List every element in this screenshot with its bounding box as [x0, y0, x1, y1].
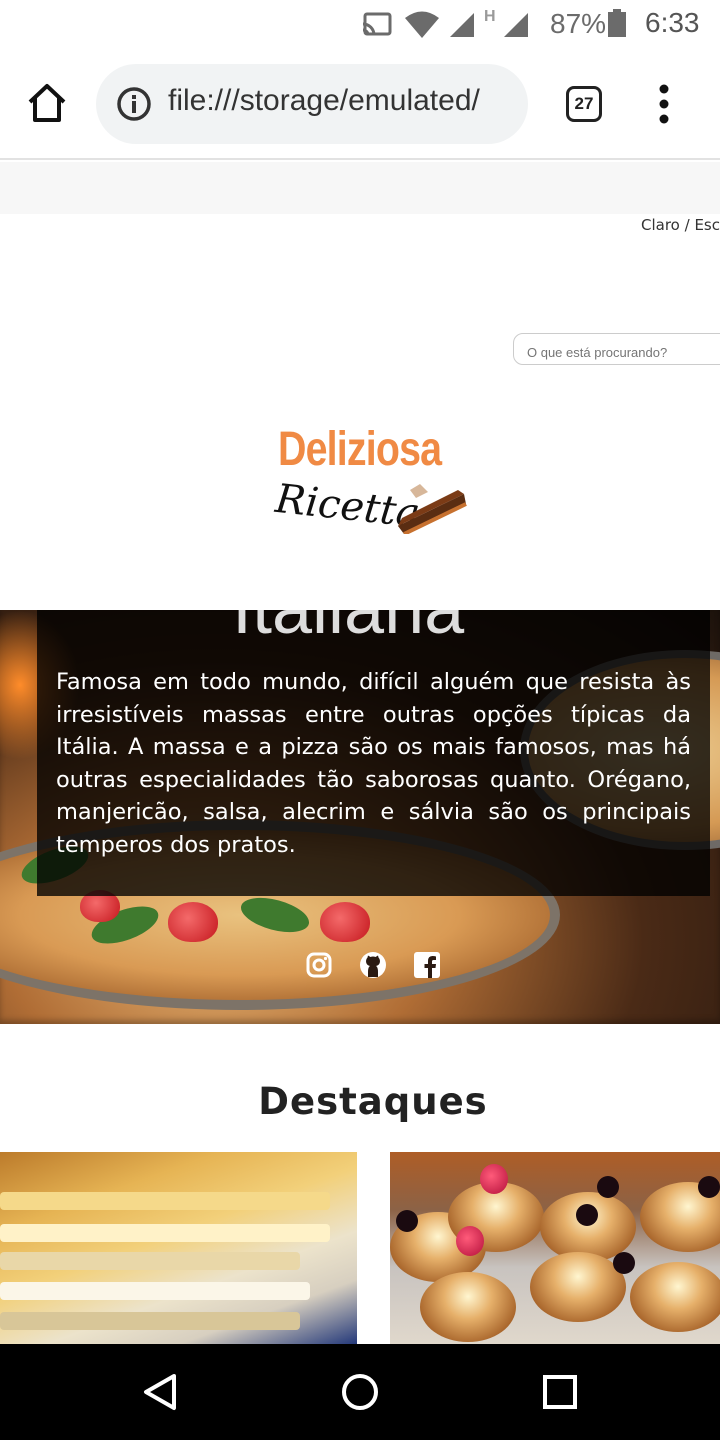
- recents-icon[interactable]: [542, 1374, 578, 1410]
- highlight-card-cream-puffs[interactable]: [390, 1152, 720, 1344]
- back-icon[interactable]: [140, 1372, 180, 1412]
- raspberry: [456, 1226, 484, 1256]
- instagram-icon[interactable]: [306, 952, 332, 978]
- info-icon[interactable]: [116, 86, 152, 122]
- browser-toolbar: file:///storage/emulated/ 27: [0, 50, 720, 160]
- section-title-highlights: Destaques: [258, 1080, 488, 1123]
- cream-puff: [530, 1252, 626, 1322]
- cherry: [396, 1210, 418, 1232]
- search-input[interactable]: [513, 333, 720, 365]
- lasagna-layer: [0, 1252, 300, 1270]
- pie-slice-icon: [398, 484, 467, 534]
- battery-percent: 87%: [550, 8, 607, 39]
- hero-heading: Italiana: [232, 610, 464, 650]
- system-navigation-bar: [0, 1344, 720, 1440]
- cherry: [698, 1176, 720, 1198]
- facebook-icon[interactable]: [414, 952, 440, 978]
- hero-description: Famosa em todo mundo, difícil alguém que…: [56, 669, 691, 858]
- cream-puff: [420, 1272, 516, 1342]
- cast-icon: [362, 12, 392, 36]
- cherry: [597, 1176, 619, 1198]
- logo-line-1: Deliziosa: [278, 423, 442, 476]
- clock: 6:33: [645, 7, 700, 38]
- hero-banner: Italiana Famosa em todo mundo, difícil a…: [0, 610, 720, 1024]
- page-top-band: [0, 162, 720, 214]
- lasagna-layer: [0, 1192, 330, 1210]
- lasagna-layer: [0, 1312, 300, 1330]
- network-type-label: H: [484, 8, 496, 25]
- cream-puff: [630, 1262, 720, 1332]
- url-text[interactable]: file:///storage/emulated/: [168, 84, 480, 118]
- signal-icon: [450, 13, 474, 37]
- address-bar[interactable]: file:///storage/emulated/: [96, 64, 528, 144]
- cherry: [576, 1204, 598, 1226]
- more-options-icon[interactable]: [652, 82, 676, 126]
- github-icon[interactable]: [360, 952, 386, 978]
- social-links: [306, 952, 440, 978]
- site-logo[interactable]: Deliziosa Ricetta: [270, 420, 470, 540]
- lasagna-layer: [0, 1282, 310, 1300]
- home-button-icon[interactable]: [340, 1372, 380, 1412]
- battery-icon: [608, 9, 626, 37]
- strawberry: [168, 902, 218, 942]
- cherry: [613, 1252, 635, 1274]
- wifi-icon: [405, 11, 439, 38]
- raspberry: [480, 1164, 508, 1194]
- status-bar: H 87% 6:33: [0, 0, 720, 50]
- signal-icon: [504, 13, 528, 37]
- home-icon[interactable]: [24, 80, 70, 126]
- lasagna-layer: [0, 1224, 330, 1242]
- highlight-card-lasagna[interactable]: [0, 1152, 357, 1344]
- carrier-text: Claro / Esc: [641, 216, 720, 234]
- strawberry: [320, 902, 370, 942]
- tab-switcher-button[interactable]: 27: [566, 86, 602, 122]
